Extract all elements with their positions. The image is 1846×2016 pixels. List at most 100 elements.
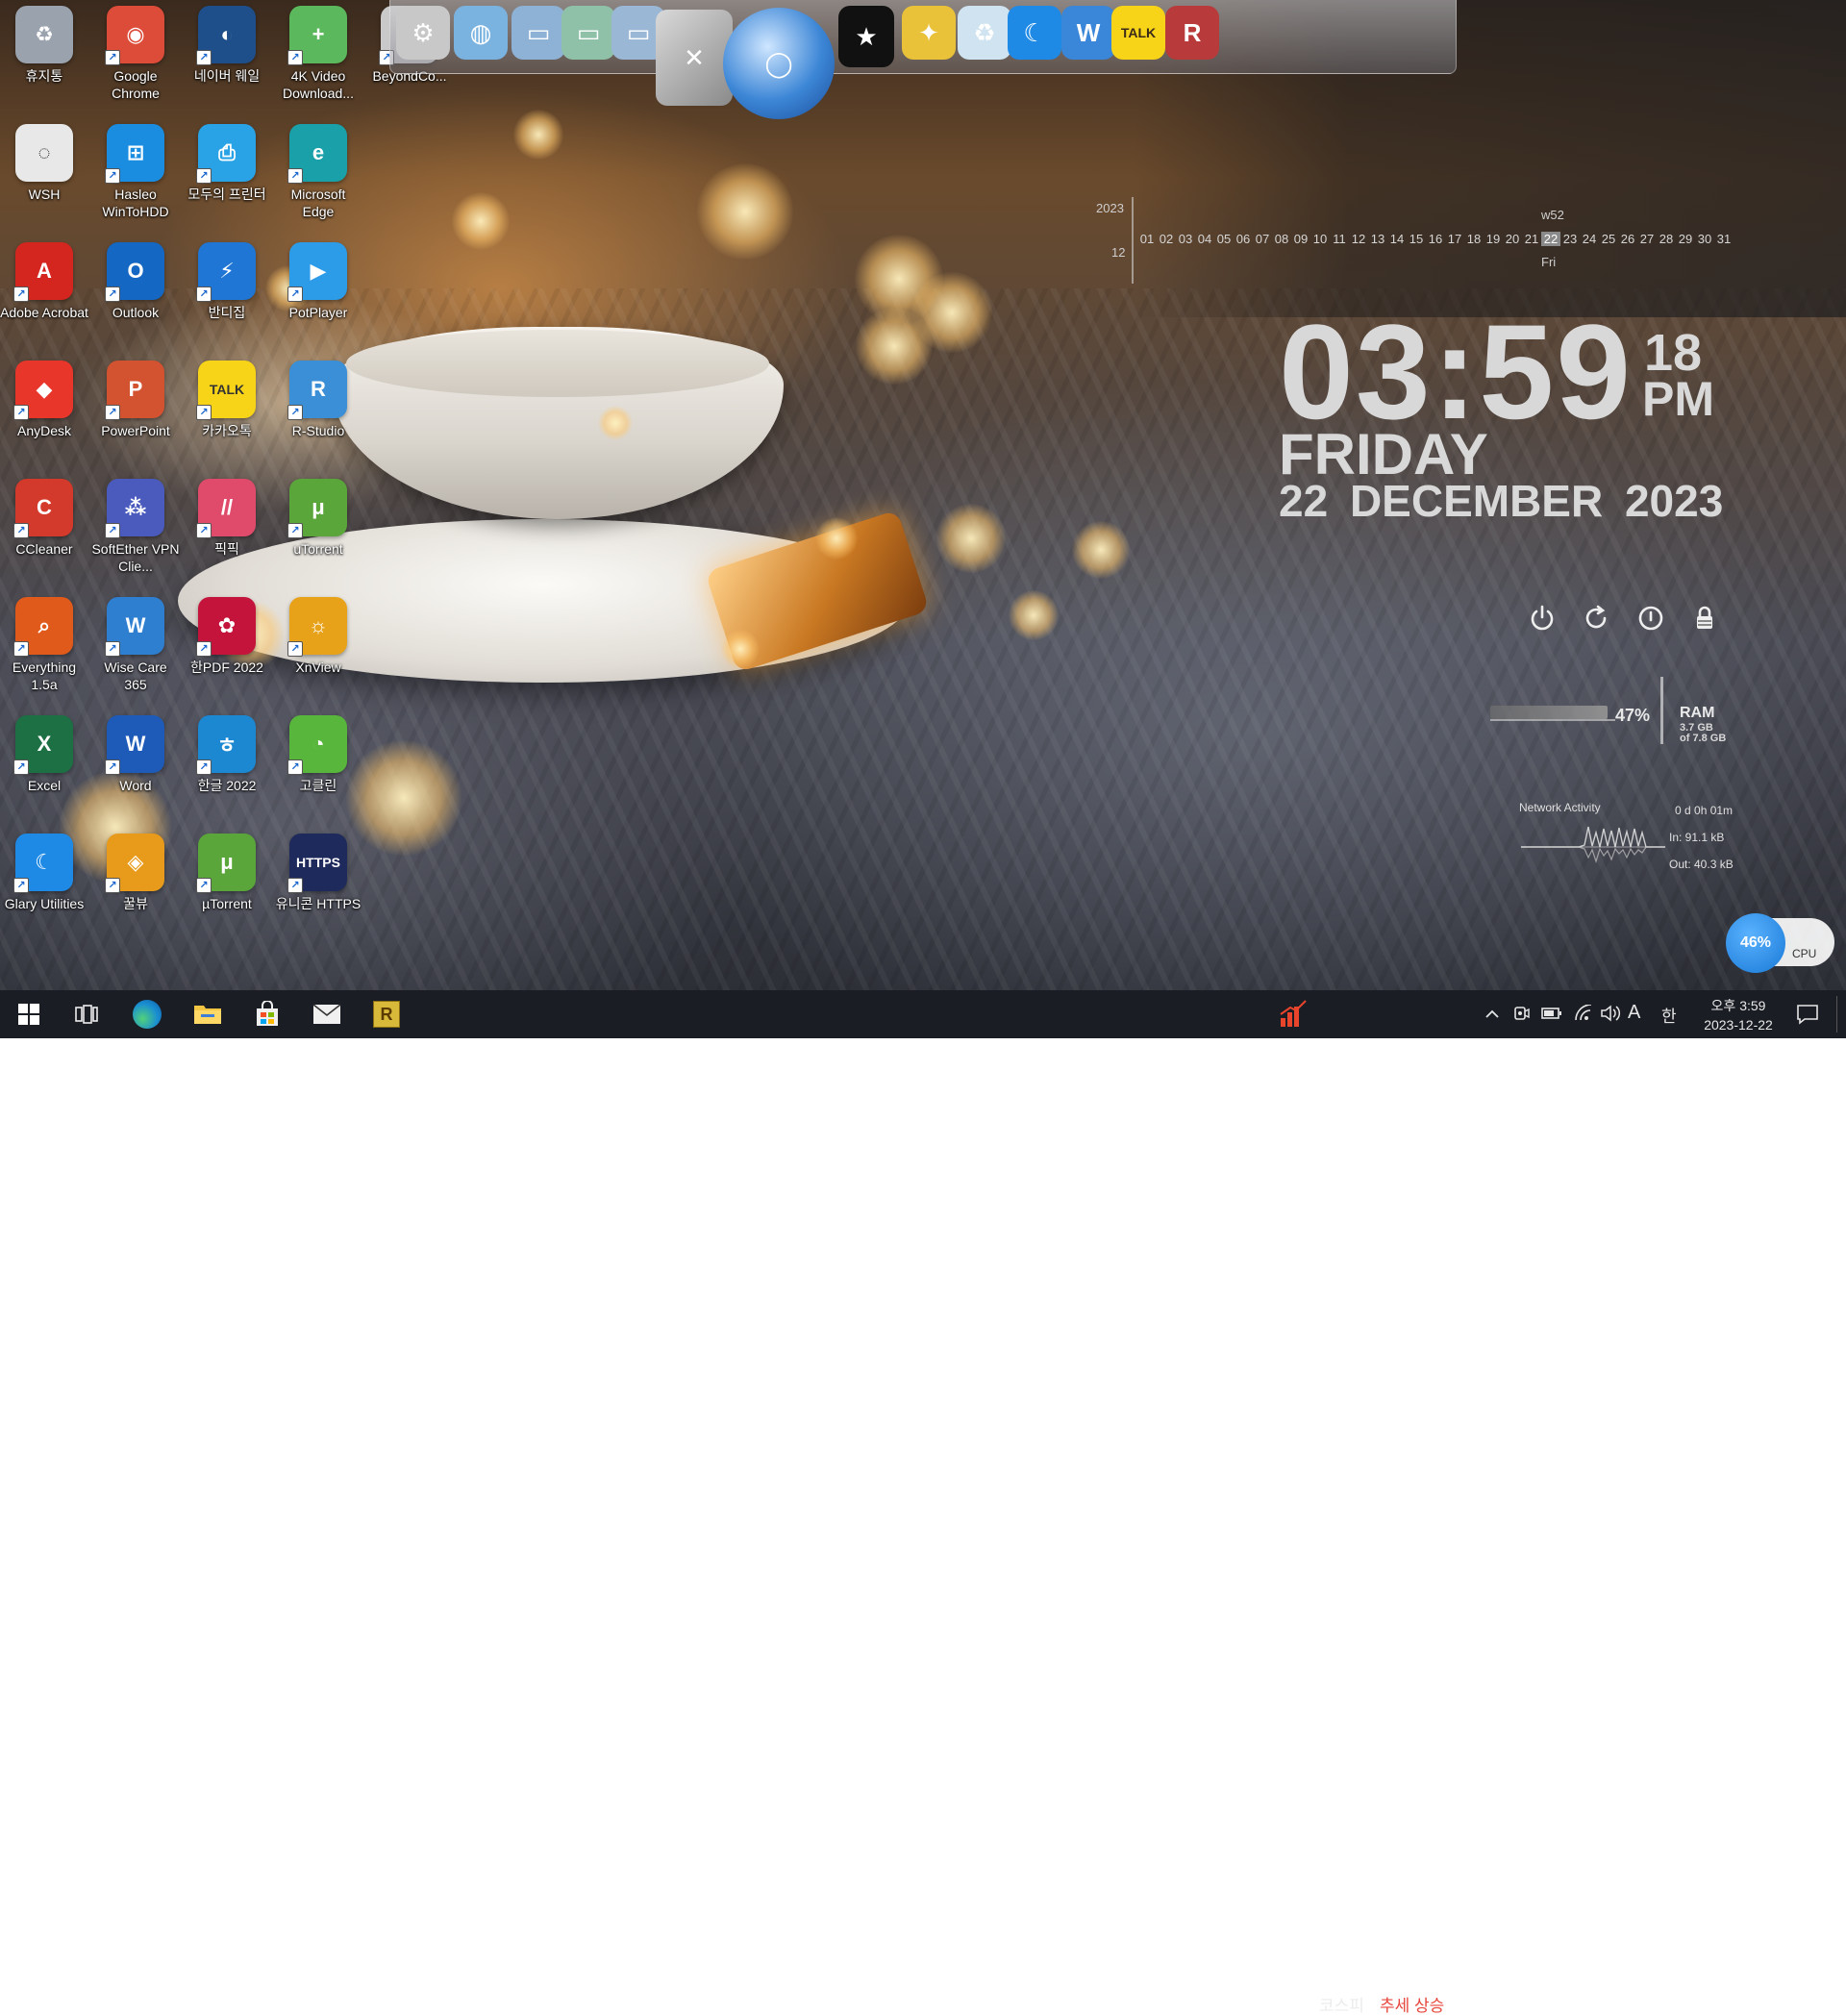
desktop-icon-label: 유니콘 HTTPS — [275, 896, 362, 911]
desktop-icon-label: 한PDF 2022 — [190, 660, 263, 675]
desktop-icon-bandizip[interactable]: ⚡ ↗ 반디집 — [183, 238, 271, 350]
file-explorer-button[interactable] — [188, 999, 227, 1030]
desktop-icon-r-studio[interactable]: R ↗ R-Studio — [274, 357, 362, 468]
desktop-icon-kakaotalk[interactable]: TALK ↗ 카카오톡 — [183, 357, 271, 468]
kospi-trend[interactable]: 추세 상승 — [1380, 1992, 1444, 2016]
shortcut-arrow-icon: ↗ — [287, 50, 303, 65]
desktop-icon-ccleaner[interactable]: C ↗ CCleaner — [0, 475, 88, 586]
desktop-icon-mu-torrent[interactable]: μ ↗ µTorrent — [183, 830, 271, 941]
volume-icon[interactable] — [1600, 1005, 1621, 1022]
desktop-icon-powerpoint[interactable]: P ↗ PowerPoint — [91, 357, 180, 468]
goclean-icon: ◔ ↗ — [287, 715, 347, 775]
dock-network-icon[interactable]: ◍ — [454, 6, 508, 60]
bandizip-icon: ⚡ ↗ — [196, 242, 256, 302]
excel-icon: X ↗ — [13, 715, 73, 775]
desktop-icon-softether-vpn[interactable]: ⁂ ↗ SoftEther VPN Clie... — [91, 475, 180, 586]
desktop-icon-everything-search[interactable]: ⌕ ↗ Everything 1.5a — [0, 593, 88, 705]
desktop-icon-hangul[interactable]: ㅎ ↗ 한글 2022 — [183, 711, 271, 823]
desktop-icon-potplayer[interactable]: ▶ ↗ PotPlayer — [274, 238, 362, 350]
desktop-icon-4k-video-downloader[interactable]: + ↗ 4K Video Download... — [274, 2, 362, 113]
desktop-icon-label: 반디집 — [208, 305, 246, 320]
dock-trash-icon[interactable]: ♻ — [958, 6, 1011, 60]
wifi-icon[interactable] — [1574, 1005, 1593, 1022]
dock-wise-icon[interactable]: W — [1061, 6, 1115, 60]
calendar-day: 17 — [1447, 232, 1462, 246]
calendar-day: 23 — [1562, 232, 1578, 246]
dock-kakaotalk-icon[interactable]: TALK — [1111, 6, 1165, 60]
kospi-label[interactable]: 코스피 — [1319, 1992, 1364, 2016]
power-button[interactable] — [1526, 602, 1559, 635]
dock-wand-icon[interactable]: ✦ — [902, 6, 956, 60]
desktop-icon-whale[interactable]: ◐ ↗ 네이버 웨일 — [183, 2, 271, 113]
desktop-icon-honeyview[interactable]: ◈ ↗ 꿀뷰 — [91, 830, 180, 941]
desktop-icon-unicorn-https[interactable]: HTTPS ↗ 유니콘 HTTPS — [274, 830, 362, 941]
sleep-icon — [1638, 606, 1663, 631]
desktop-icon-label: 휴지통 — [25, 68, 63, 84]
shortcut-arrow-icon: ↗ — [196, 50, 212, 65]
softether-vpn-icon: ⁂ ↗ — [105, 479, 164, 538]
desktop-icon-edge[interactable]: e ↗ Microsoft Edge — [274, 120, 362, 232]
desktop-icon-label: 고클린 — [299, 778, 337, 793]
dock-folder-icon[interactable]: ▭ — [511, 6, 565, 60]
lock-button[interactable] — [1688, 602, 1721, 635]
show-desktop-button[interactable] — [1836, 996, 1837, 1033]
desktop-icon-printer[interactable]: ⎙ ↗ 모두의 프린터 — [183, 120, 271, 232]
desktop-icon-recycle-bin[interactable]: ♻ 휴지통 — [0, 2, 88, 113]
taskbar-clock[interactable]: 오후 3:59 2023-12-22 — [1690, 996, 1786, 1034]
desktop-icon-outlook[interactable]: O ↗ Outlook — [91, 238, 180, 350]
calendar-day: 25 — [1601, 232, 1616, 246]
desktop-icon-word[interactable]: W ↗ Word — [91, 711, 180, 823]
kospi-chart-icon[interactable] — [1279, 999, 1308, 1028]
desktop-icon-wintohdd[interactable]: ⊞ ↗ Hasleo WinToHDD — [91, 120, 180, 232]
edge-taskbar-button[interactable] — [128, 999, 166, 1030]
shortcut-arrow-icon: ↗ — [13, 641, 29, 657]
store-icon — [257, 1001, 278, 1026]
dock-tshirt-icon[interactable]: ★ — [838, 6, 894, 67]
desktop-icon-wise-care[interactable]: W ↗ Wise Care 365 — [91, 593, 180, 705]
desktop-icon-excel[interactable]: X ↗ Excel — [0, 711, 88, 823]
desktop-icon-acrobat[interactable]: A ↗ Adobe Acrobat — [0, 238, 88, 350]
shortcut-arrow-icon: ↗ — [196, 523, 212, 538]
calendar-day: 14 — [1389, 232, 1405, 246]
calendar-day: 04 — [1197, 232, 1212, 246]
meet-now-icon[interactable] — [1513, 1005, 1531, 1022]
chrome-icon: ◉ ↗ — [105, 6, 164, 65]
desktop-icon-hanpdf[interactable]: ✿ ↗ 한PDF 2022 — [183, 593, 271, 705]
desktop-icon-glary-utilities[interactable]: ☾ ↗ Glary Utilities — [0, 830, 88, 941]
tray-expand-icon[interactable] — [1484, 1007, 1500, 1022]
desktop-icon-label: 모두의 프린터 — [187, 187, 266, 202]
hanpdf-icon: ✿ ↗ — [196, 597, 256, 657]
picpick-icon: //↗ — [196, 479, 256, 538]
calendar-day: 15 — [1409, 232, 1424, 246]
dock-folder-green-icon[interactable]: ▭ — [561, 6, 615, 60]
r-studio-taskbar-button[interactable]: R — [367, 999, 406, 1030]
whale-icon: ◐ ↗ — [196, 6, 256, 65]
ime-language[interactable]: 한 — [1661, 1003, 1677, 1027]
desktop-icon-wsh-file[interactable]: ◌ WSH — [0, 120, 88, 232]
dock-r-studio-icon[interactable]: R — [1165, 6, 1219, 60]
ime-mode[interactable]: A — [1628, 1002, 1640, 1024]
desktop-icon-chrome[interactable]: ◉ ↗ Google Chrome — [91, 2, 180, 113]
store-button[interactable] — [248, 999, 287, 1030]
notification-center-icon[interactable] — [1796, 1003, 1819, 1026]
desktop-icon-anydesk[interactable]: ◆ ↗ AnyDesk — [0, 357, 88, 468]
r-studio-taskbar-icon: R — [373, 1001, 400, 1028]
edge-icon: e ↗ — [287, 124, 347, 184]
mail-button[interactable] — [308, 999, 346, 1030]
desktop-icon-label: Adobe Acrobat — [0, 305, 88, 320]
desktop-icon-picpick[interactable]: //↗ 픽픽 — [183, 475, 271, 586]
bokeh-light — [346, 740, 462, 856]
desktop-icon-xnview[interactable]: ☼ ↗ XnView — [274, 593, 362, 705]
sleep-button[interactable] — [1634, 602, 1667, 635]
dock-settings-icon[interactable]: ⚙ — [396, 6, 450, 60]
desktop-icon-goclean[interactable]: ◔ ↗ 고클린 — [274, 711, 362, 823]
restart-button[interactable] — [1580, 602, 1612, 635]
task-view-button[interactable] — [67, 999, 106, 1030]
battery-icon[interactable] — [1541, 1006, 1562, 1021]
bokeh-light — [815, 517, 858, 560]
desktop-icon-utorrent[interactable]: μ ↗ uTorrent — [274, 475, 362, 586]
dock-tools-icon[interactable]: ✕ — [656, 10, 733, 106]
dock-globe-icon[interactable]: ◯ — [723, 8, 835, 119]
start-button[interactable] — [10, 999, 48, 1030]
dock-glary-icon[interactable]: ☾ — [1008, 6, 1061, 60]
